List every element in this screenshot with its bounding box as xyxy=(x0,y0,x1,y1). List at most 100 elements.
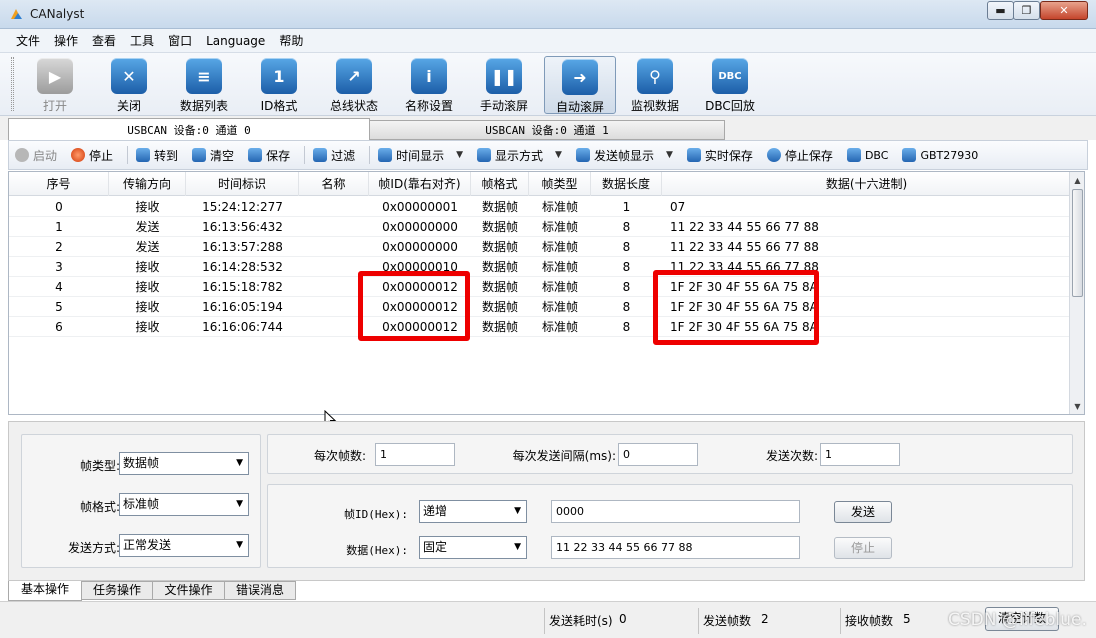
display-mode-button[interactable]: 显示方式 ▼ xyxy=(477,147,562,164)
menu-bar: 文件 操作 查看 工具 窗口 Language 帮助 xyxy=(0,29,1096,53)
column-header[interactable]: 帧ID(靠右对齐) xyxy=(369,172,471,196)
cell-frame-format: 数据帧 xyxy=(481,300,518,314)
time-display-button[interactable]: 时间显示 ▼ xyxy=(378,147,463,164)
table-header: 序号 传输方向 时间标识 名称 帧ID(靠右对齐) 帧格式 帧类型 数据长度 数… xyxy=(9,172,1071,196)
stop-save-button[interactable]: 停止保存 xyxy=(766,147,833,164)
table-row[interactable]: 1 发送 16:13:56:432 0x00000000 数据帧 标准帧 8 11 22 33… xyxy=(9,217,1071,237)
close-label: 关闭 xyxy=(116,99,141,113)
table-vertical-scrollbar[interactable]: ▲ ▼ xyxy=(1069,172,1084,414)
table-row[interactable]: 6 接收 16:16:06:744 0x00000012 数据帧 标准帧 8 1F 2F 30… xyxy=(9,317,1071,337)
auto-scroll-button[interactable]: ➜ 自动滚屏 xyxy=(544,56,616,114)
send-frame-display-button[interactable]: 发送帧显示 ▼ xyxy=(575,147,673,164)
status-separator xyxy=(544,608,545,634)
scrollbar-thumb[interactable] xyxy=(1072,189,1083,297)
dbc-button[interactable]: DBC xyxy=(846,148,888,162)
clear-label: 清空 xyxy=(210,148,235,163)
chevron-down-icon: ▼ xyxy=(236,458,243,468)
display-mode-icon xyxy=(477,148,492,162)
save-button[interactable]: 保存 xyxy=(248,147,290,164)
tab-channel-1[interactable]: USBCAN 设备:0 通道 1 xyxy=(369,120,725,140)
send-button[interactable]: 发送 xyxy=(834,501,892,523)
chevron-down-icon[interactable]: ▼ xyxy=(555,150,562,160)
frame-id-mode-select[interactable]: 递增 ▼ xyxy=(419,500,527,523)
menu-view[interactable]: 查看 xyxy=(92,32,124,49)
cell-frame-id: 0x00000000 xyxy=(382,220,458,234)
bottom-tabs: 基本操作 任务操作 文件操作 错误消息 xyxy=(8,581,1088,601)
filter-button[interactable]: 过滤 xyxy=(313,147,355,164)
column-header[interactable]: 序号 xyxy=(9,172,109,196)
goto-button[interactable]: 转到 xyxy=(136,147,178,164)
tab-file-operation[interactable]: 文件操作 xyxy=(152,581,225,600)
start-button[interactable]: 启动 xyxy=(15,147,57,164)
frame-format-select[interactable]: 标准帧 ▼ xyxy=(119,493,249,516)
send-frame-display-icon xyxy=(575,148,590,162)
table-row[interactable]: 3 接收 16:14:28:532 0x00000010 数据帧 标准帧 8 11 22 33… xyxy=(9,257,1071,277)
menu-help[interactable]: 帮助 xyxy=(279,32,311,49)
name-settings-button[interactable]: i 名称设置 xyxy=(393,56,465,114)
cell-direction: 接收 xyxy=(135,260,160,274)
bus-status-button[interactable]: ↗ 总线状态 xyxy=(318,56,390,114)
table-row[interactable]: 5 接收 16:16:05:194 0x00000012 数据帧 标准帧 8 1F 2F 30… xyxy=(9,297,1071,317)
magnifier-icon: ⚲ xyxy=(637,58,673,94)
column-header[interactable]: 数据(十六进制) xyxy=(662,172,1071,196)
menu-window[interactable]: 窗口 xyxy=(168,32,200,49)
column-header[interactable]: 帧格式 xyxy=(471,172,529,196)
column-header[interactable]: 数据长度 xyxy=(591,172,662,196)
scroll-up-icon[interactable]: ▲ xyxy=(1070,172,1084,188)
frames-per-send-input[interactable]: 1 xyxy=(375,443,455,466)
tab-channel-0[interactable]: USBCAN 设备:0 通道 0 xyxy=(8,118,370,140)
table-row[interactable]: 4 接收 16:15:18:782 0x00000012 数据帧 标准帧 8 1F 2F 30… xyxy=(9,277,1071,297)
chevron-down-icon[interactable]: ▼ xyxy=(666,150,673,160)
column-header[interactable]: 名称 xyxy=(299,172,369,196)
dbc-replay-button[interactable]: DBC DBC回放 xyxy=(694,56,766,114)
cell-data-length: 8 xyxy=(622,220,631,234)
realtime-save-button[interactable]: 实时保存 xyxy=(686,147,753,164)
cell-timestamp: 16:16:05:194 xyxy=(202,300,283,314)
column-header[interactable]: 帧类型 xyxy=(529,172,591,196)
id-format-icon: 1 xyxy=(261,58,297,94)
clear-icon xyxy=(192,148,207,162)
send-panel: 帧类型: 数据帧 ▼ 帧格式: 标准帧 ▼ 发送方式: 正常发送 ▼ 每次帧数: 1 … xyxy=(8,421,1085,581)
menu-language[interactable]: Language xyxy=(206,34,273,48)
cell-frame-type: 标准帧 xyxy=(541,280,578,294)
cell-direction: 发送 xyxy=(135,220,160,234)
monitor-data-button[interactable]: ⚲ 监视数据 xyxy=(619,56,691,114)
cell-frame-format: 数据帧 xyxy=(481,320,518,334)
table-row[interactable]: 0 接收 15:24:12:277 0x00000001 数据帧 标准帧 1 07 xyxy=(9,197,1071,217)
tab-basic-operation[interactable]: 基本操作 xyxy=(8,581,82,601)
maximize-button[interactable]: ❐ xyxy=(1013,1,1040,20)
data-list-button[interactable]: ≡ 数据列表 xyxy=(168,56,240,114)
menu-tools[interactable]: 工具 xyxy=(130,32,162,49)
close-device-button[interactable]: ✕ 关闭 xyxy=(93,56,165,114)
cell-index: 3 xyxy=(55,260,63,274)
close-window-button[interactable]: ✕ xyxy=(1040,1,1088,20)
frame-type-select[interactable]: 数据帧 ▼ xyxy=(119,452,249,475)
send-count-input[interactable]: 1 xyxy=(820,443,900,466)
manual-scroll-button[interactable]: ❚❚ 手动滚屏 xyxy=(468,56,540,114)
table-row[interactable]: 2 发送 16:13:57:288 0x00000000 数据帧 标准帧 8 11 22 33… xyxy=(9,237,1071,257)
app-logo-icon xyxy=(11,9,22,19)
column-header[interactable]: 传输方向 xyxy=(109,172,186,196)
chevron-down-icon[interactable]: ▼ xyxy=(456,150,463,160)
tab-error-messages[interactable]: 错误消息 xyxy=(224,581,296,600)
stop-send-button[interactable]: 停止 xyxy=(834,537,892,559)
minimize-button[interactable]: ▬ xyxy=(987,1,1014,20)
scroll-down-icon[interactable]: ▼ xyxy=(1070,398,1084,414)
close-x-icon: ✕ xyxy=(111,58,147,94)
stop-label: 停止 xyxy=(89,148,114,163)
menu-operate[interactable]: 操作 xyxy=(54,32,86,49)
open-button[interactable]: ▶ 打开 xyxy=(19,56,91,114)
toolbar-separator xyxy=(304,146,306,164)
send-mode-select[interactable]: 正常发送 ▼ xyxy=(119,534,249,557)
data-mode-select[interactable]: 固定 ▼ xyxy=(419,536,527,559)
data-input[interactable]: 11 22 33 44 55 66 77 88 xyxy=(551,536,800,559)
id-format-button[interactable]: 1 ID格式 xyxy=(243,56,315,114)
menu-file[interactable]: 文件 xyxy=(16,32,48,49)
clear-button[interactable]: 清空 xyxy=(192,147,234,164)
gbt-button[interactable]: GBT27930 xyxy=(902,148,978,162)
column-header[interactable]: 时间标识 xyxy=(186,172,299,196)
frame-id-input[interactable]: 0000 xyxy=(551,500,800,523)
send-interval-input[interactable]: 0 xyxy=(618,443,698,466)
stop-button[interactable]: 停止 xyxy=(71,147,113,164)
tab-task-operation[interactable]: 任务操作 xyxy=(81,581,153,600)
